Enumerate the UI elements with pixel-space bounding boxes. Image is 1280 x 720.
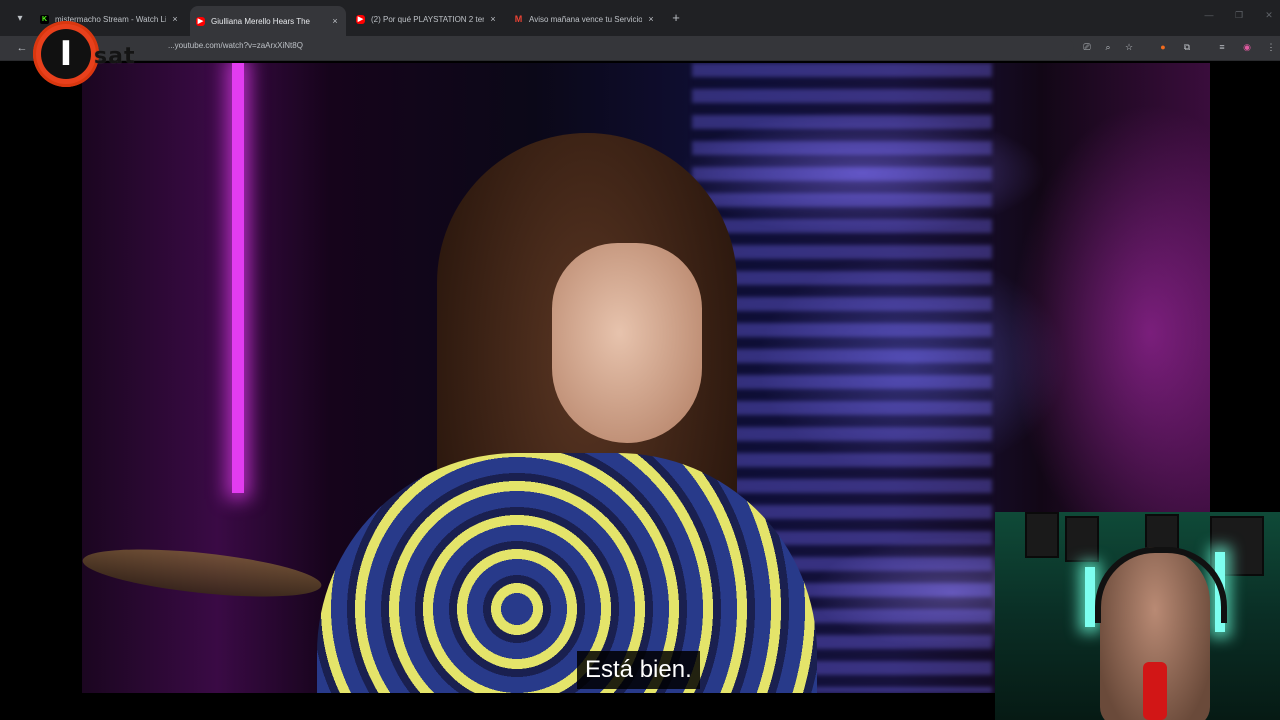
extension-fox-icon[interactable]: ● [1156, 40, 1170, 54]
tab-title: Giulliana Merello Hears The [211, 16, 311, 26]
close-icon[interactable]: × [488, 14, 498, 24]
cast-icon[interactable]: ⎚ [1080, 40, 1094, 54]
close-icon[interactable]: × [330, 16, 340, 26]
back-arrow-icon[interactable]: ← [14, 40, 30, 56]
webcam-overlay [995, 512, 1280, 720]
restore-icon[interactable]: ❐ [1232, 10, 1246, 21]
tab-giulliana-video[interactable]: ▶ Giulliana Merello Hears The × [190, 6, 346, 36]
youtube-icon: ▶ [356, 14, 365, 24]
tab-search-chevron-icon[interactable]: ▾ [10, 10, 30, 28]
tab-playstation-video[interactable]: ▶ (2) Por qué PLAYSTATION 2 ten × [350, 6, 504, 32]
logo-wordmark: sat [94, 44, 136, 69]
zoom-icon[interactable]: ⌕ [1101, 40, 1115, 54]
logo-letter: I [41, 29, 91, 79]
new-tab-button[interactable]: + [668, 10, 684, 26]
window-close-icon[interactable]: ✕ [1262, 10, 1276, 21]
person-face [552, 243, 702, 443]
url-text[interactable]: ...youtube.com/watch?v=zaArxXiNt8Q [168, 41, 303, 50]
youtube-icon: ▶ [196, 16, 205, 26]
close-icon[interactable]: × [646, 14, 656, 24]
bookmark-star-icon[interactable]: ☆ [1122, 40, 1136, 54]
tab-strip: ▾ K mistermacho Stream - Watch Li × ▶ Gi… [0, 0, 1280, 36]
profile-avatar-icon[interactable]: ◉ [1240, 40, 1254, 54]
minimize-icon[interactable]: — [1202, 10, 1216, 20]
neon-light [232, 63, 244, 493]
tab-title: (2) Por qué PLAYSTATION 2 ten [371, 14, 484, 24]
background-glow [1010, 103, 1210, 563]
close-icon[interactable]: × [170, 14, 180, 24]
cam-light [1085, 567, 1095, 627]
reading-list-icon[interactable]: ≡ [1215, 40, 1229, 54]
tab-gmail[interactable]: M Aviso mañana vence tu Servicio × [508, 6, 662, 32]
headset [1095, 547, 1227, 623]
microphone [1143, 662, 1167, 720]
extensions-puzzle-icon[interactable]: ⧉ [1180, 40, 1194, 54]
kick-icon: K [40, 14, 49, 24]
wall-poster [1065, 516, 1099, 562]
cymbal [82, 540, 324, 606]
tab-title: Aviso mañana vence tu Servicio [529, 14, 642, 24]
gmail-icon: M [514, 13, 523, 24]
video-subtitle: Está bien. [577, 651, 700, 689]
menu-kebab-icon[interactable]: ⋮ [1264, 40, 1278, 54]
wall-poster [1025, 512, 1059, 558]
channel-logo: I [33, 21, 99, 87]
